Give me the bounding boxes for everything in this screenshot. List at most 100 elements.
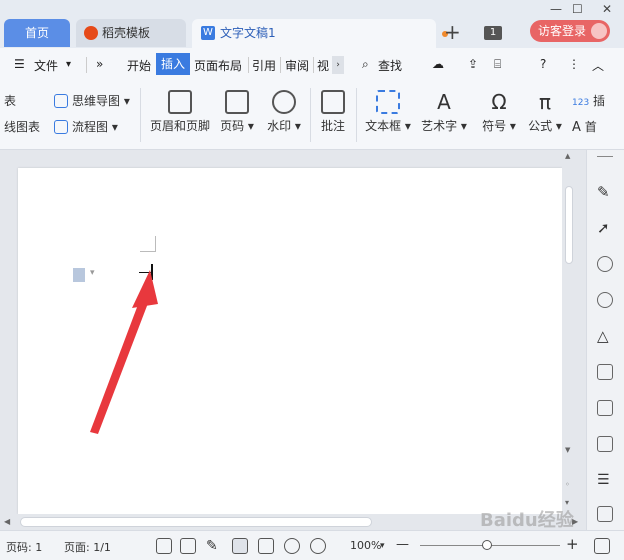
omega-icon: Ω — [491, 90, 507, 114]
panel-handle[interactable] — [597, 156, 613, 157]
menu-bar: ☰ 文件 ▾ » 开始 插入 页面布局 引用 审阅 视 › ⌕ 查找 ☁ ⇪ ⌸… — [0, 48, 624, 82]
zoom-out-button[interactable]: — — [396, 537, 409, 552]
chart-icon[interactable] — [597, 436, 613, 452]
right-side-panel: ✎ ➚ △ ☰ — [586, 150, 624, 530]
pointer-icon[interactable]: ➚ — [597, 220, 613, 236]
arrow-head — [132, 270, 158, 308]
page-number-status[interactable]: 页码: 1 — [6, 539, 42, 555]
chevron-down-icon[interactable]: ▾ — [380, 541, 385, 551]
tab-document-label: 文字文稿1 — [220, 26, 276, 40]
watermark-button[interactable]: 水印 ▾ — [264, 90, 304, 134]
mindmap-button[interactable]: 思维导图 ▾ — [54, 92, 130, 109]
scroll-up-icon[interactable]: ▲ — [565, 152, 570, 160]
web-view-icon[interactable] — [284, 538, 300, 554]
tools-icon[interactable]: ⌸ — [494, 57, 501, 72]
comment-button[interactable]: 批注 — [318, 90, 348, 134]
wordart-icon: A — [437, 90, 451, 114]
menu-home[interactable]: 开始 — [127, 57, 151, 74]
menu-insert[interactable]: 插入 — [156, 53, 190, 75]
flowchart-button[interactable]: 流程图 ▾ — [54, 118, 118, 135]
header-footer-button[interactable]: 页眉和页脚 — [148, 90, 212, 134]
window-count-badge[interactable]: 1 — [484, 26, 502, 40]
menu-view[interactable]: 视 — [317, 57, 329, 74]
prev-page-icon[interactable]: ◦ — [565, 480, 570, 489]
menu-page-layout[interactable]: 页面布局 — [194, 57, 242, 74]
vertical-scroll-thumb[interactable] — [565, 186, 573, 264]
close-button[interactable]: ✕ — [602, 2, 612, 16]
menu-references[interactable]: 引用 — [252, 57, 276, 74]
zoom-slider-knob[interactable] — [482, 540, 492, 550]
arrow-shaft — [90, 294, 150, 434]
page-number-icon — [225, 90, 249, 114]
visitor-login-label: 访客登录 — [538, 24, 587, 38]
maximize-button[interactable]: ☐ — [572, 2, 583, 16]
menu-scroll-right-icon[interactable]: › — [332, 56, 344, 74]
table-button[interactable]: 表 — [4, 92, 16, 109]
menu-more[interactable]: » — [96, 57, 103, 71]
drop-cap-button[interactable]: A 首 — [572, 118, 597, 135]
ribbon-insert: 表 线图表 思维导图 ▾ 流程图 ▾ 页眉和页脚 页码 ▾ 水印 ▾ 批注 文本… — [0, 82, 624, 150]
fit-page-icon[interactable] — [594, 538, 610, 554]
horizontal-scroll-thumb[interactable] — [20, 517, 372, 527]
grid-icon[interactable] — [597, 400, 613, 416]
tab-document[interactable]: W 文字文稿1 — [192, 19, 448, 48]
tab-home[interactable]: 首页 — [4, 19, 70, 47]
share-icon[interactable]: ⇪ — [468, 57, 478, 71]
divider — [140, 88, 141, 142]
eye-protection-icon[interactable] — [310, 538, 326, 554]
doc-panel-icon[interactable] — [597, 506, 613, 522]
minimize-button[interactable]: — — [550, 2, 562, 16]
watermark-icon — [272, 90, 296, 114]
badge-icon[interactable] — [597, 256, 613, 272]
textbox-button[interactable]: 文本框 ▾ — [364, 90, 412, 134]
collapse-ribbon-icon[interactable]: ︿ — [592, 57, 604, 74]
comment-icon — [321, 90, 345, 114]
divider — [313, 57, 314, 73]
scroll-down-icon[interactable]: ▼ — [565, 446, 570, 454]
cloud-sync-icon[interactable]: ☁ — [432, 57, 444, 71]
tab-daoke-label: 稻壳模板 — [102, 26, 151, 40]
divider — [248, 57, 249, 73]
menu-review[interactable]: 审阅 — [285, 57, 309, 74]
layers-icon[interactable]: △ — [597, 328, 613, 344]
divider — [356, 88, 357, 142]
search-button[interactable]: 查找 — [378, 57, 402, 74]
hamburger-icon[interactable]: ☰ — [14, 57, 25, 71]
page-number-button[interactable]: 页码 ▾ — [218, 90, 256, 134]
divider — [86, 57, 87, 73]
fullscreen-icon[interactable] — [156, 538, 172, 554]
avatar — [591, 23, 607, 39]
help-button[interactable]: ? — [540, 57, 546, 71]
edit-mode-icon[interactable]: ✎ — [206, 538, 222, 554]
formula-button[interactable]: π 公式 ▾ — [526, 90, 564, 134]
search-icon[interactable]: ⌕ — [362, 57, 369, 72]
outline-view-icon[interactable] — [258, 538, 274, 554]
zoom-in-button[interactable]: + — [566, 535, 579, 553]
symbol-button[interactable]: Ω 符号 ▾ — [480, 90, 518, 134]
pages-status[interactable]: 页面: 1/1 — [64, 539, 111, 555]
zoom-level[interactable]: 100% — [350, 539, 381, 552]
divider — [280, 57, 281, 73]
vertical-scrollbar[interactable]: ▲ ▼ ◦ ▾ — [562, 150, 576, 514]
scroll-left-icon[interactable]: ◀ — [4, 517, 10, 526]
textbox-icon — [376, 90, 400, 114]
pi-icon: π — [538, 90, 552, 114]
new-tab-button[interactable]: + — [444, 22, 462, 42]
more-options-icon[interactable]: ⋮ — [568, 57, 580, 71]
shapes-icon[interactable] — [597, 292, 613, 308]
menu-file[interactable]: 文件 — [34, 57, 58, 74]
wordart-button[interactable]: A 艺术字 ▾ — [420, 90, 468, 134]
settings-sliders-icon[interactable]: ☰ — [597, 472, 613, 488]
tab-daoke-templates[interactable]: 稻壳模板 — [76, 19, 186, 47]
drop-cap-icon: A — [572, 120, 581, 135]
daoke-logo-icon — [84, 26, 98, 40]
table-icon[interactable] — [597, 364, 613, 380]
visitor-login-button[interactable]: 访客登录 — [530, 20, 610, 42]
page-view-icon[interactable] — [232, 538, 248, 554]
pen-icon[interactable]: ✎ — [597, 184, 613, 200]
reading-mode-icon[interactable] — [180, 538, 196, 554]
insert-number-button[interactable]: 123 插 — [572, 92, 605, 109]
chevron-down-icon[interactable]: ▾ — [66, 59, 71, 70]
baidu-watermark: Baidu经验 — [480, 510, 574, 531]
chart-button[interactable]: 线图表 — [4, 118, 40, 135]
